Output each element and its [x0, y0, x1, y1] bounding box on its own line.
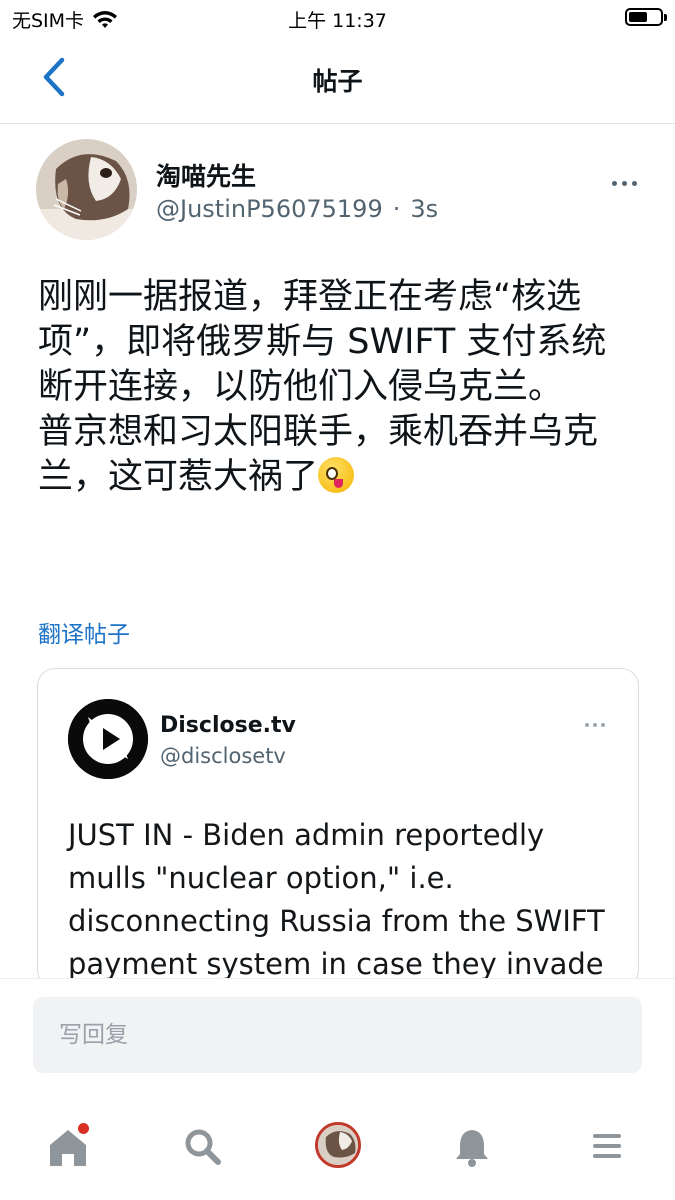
dot-separator: ·: [392, 195, 401, 223]
profile-avatar-image: [318, 1125, 358, 1165]
quoted-author-name: Disclose.tv: [160, 713, 296, 738]
author-handle[interactable]: @JustinP56075199: [156, 195, 383, 223]
tab-menu[interactable]: [579, 1118, 635, 1174]
tab-home[interactable]: [40, 1118, 96, 1174]
menu-icon: [593, 1134, 621, 1158]
page-title: 帖子: [312, 67, 363, 96]
tab-bar: [0, 1100, 675, 1200]
translate-post-link[interactable]: 翻译帖子: [38, 615, 130, 649]
reply-area: [0, 978, 675, 1088]
post-time: 3s: [410, 195, 439, 223]
cat-avatar-image: [36, 139, 137, 240]
battery-icon: [625, 8, 667, 26]
zany-face-emoji-icon: [318, 457, 355, 493]
reply-input[interactable]: [33, 997, 642, 1073]
bell-icon: [456, 1130, 488, 1167]
disclose-logo-avatar[interactable]: [68, 699, 148, 779]
tab-profile-avatar[interactable]: [315, 1122, 361, 1168]
status-time: 上午 11:37: [288, 10, 387, 32]
notification-dot: [77, 1122, 90, 1135]
status-bar: 无SIM卡 上午 11:37: [0, 0, 675, 34]
tab-search[interactable]: [174, 1118, 230, 1174]
quoted-more-icon: [585, 723, 605, 727]
quoted-author-handle: @disclosetv: [160, 744, 286, 768]
search-icon: [185, 1129, 221, 1165]
more-dots-icon: [612, 180, 617, 186]
author-handle-line: @JustinP56075199 · 3s: [156, 195, 438, 223]
quoted-post-text: JUST IN - Biden admin reportedly mulls "…: [68, 818, 605, 981]
author-name[interactable]: 淘喵先生: [156, 157, 256, 193]
quoted-post-card[interactable]: Disclose.tv @disclosetv JUST IN - Biden …: [37, 668, 639, 988]
post-text: 刚刚一据报道，拜登正在考虑“核选项”，即将俄罗斯与 SWIFT 支付系统断开连接…: [38, 275, 638, 500]
tab-notifications[interactable]: [444, 1118, 500, 1174]
nav-bar: 帖子: [0, 34, 675, 124]
disclose-logo-icon: [68, 699, 148, 779]
author-avatar[interactable]: [36, 139, 137, 240]
more-options-button[interactable]: [612, 177, 644, 189]
